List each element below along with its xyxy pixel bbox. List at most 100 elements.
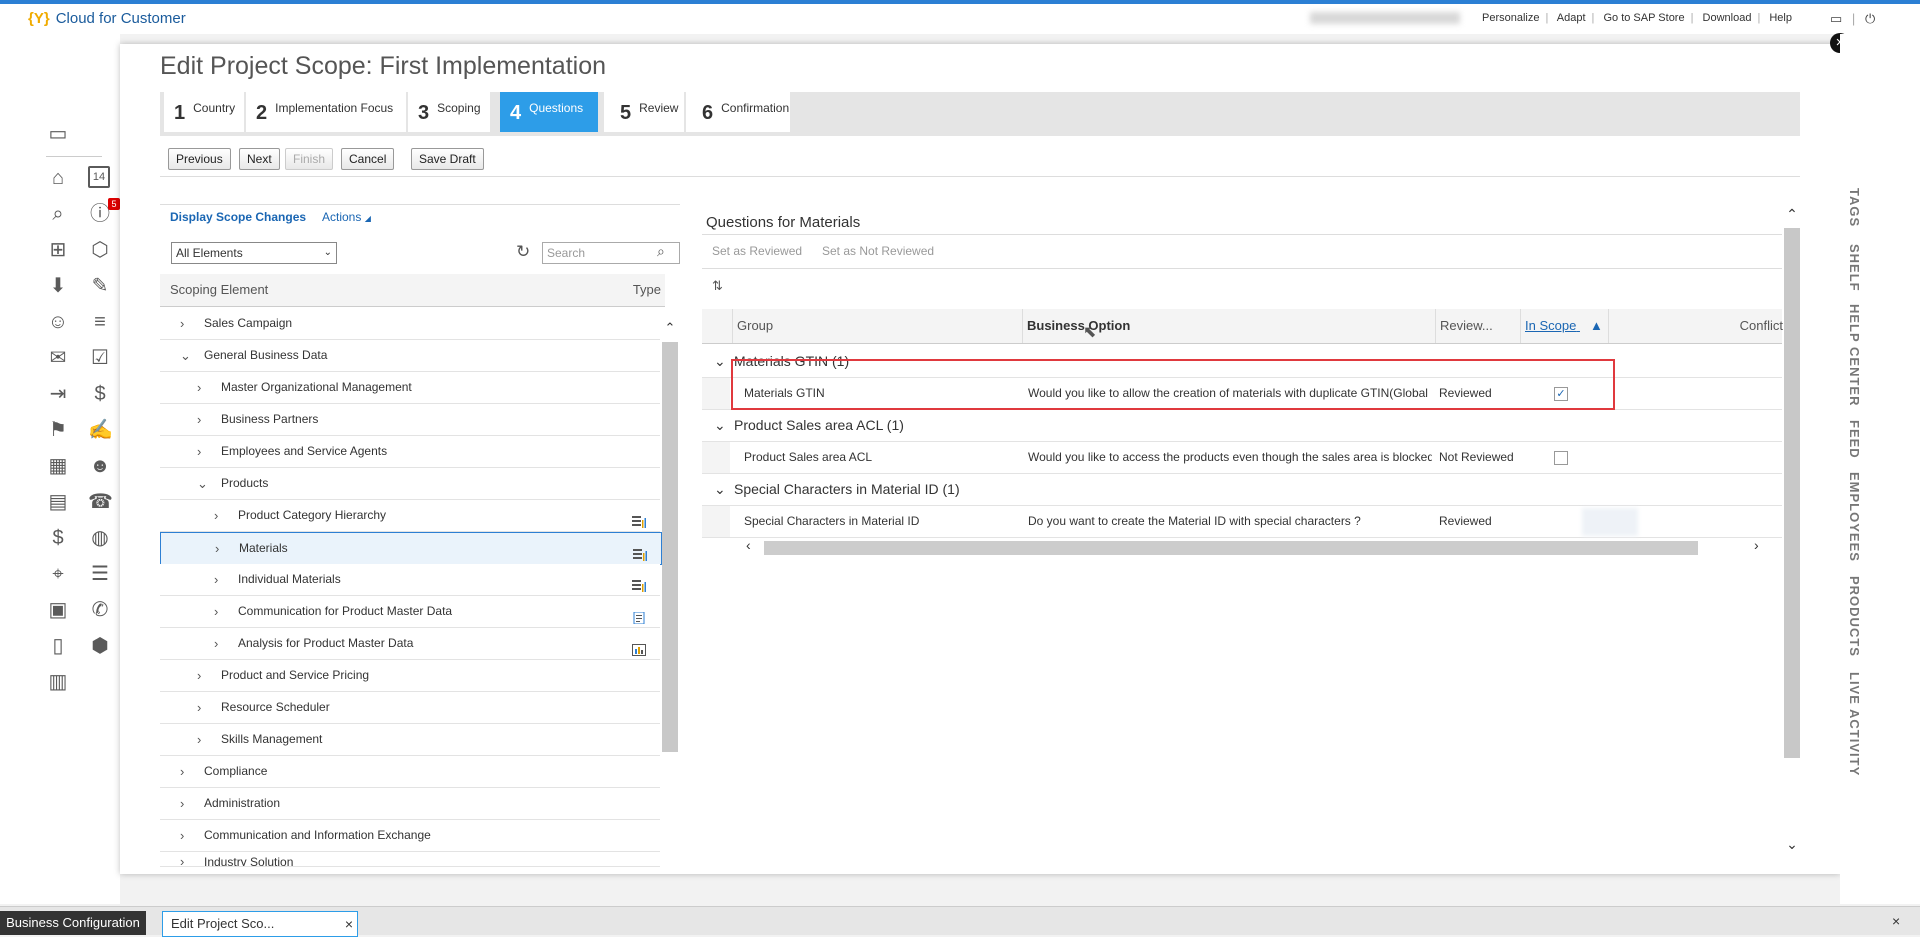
side-tab-products[interactable]: PRODUCTS bbox=[1847, 576, 1862, 657]
grid-horizontal-scrollbar[interactable] bbox=[764, 541, 1698, 555]
row-selector[interactable] bbox=[702, 506, 730, 537]
question-row[interactable]: Product Sales area ACL Would you like to … bbox=[702, 442, 1782, 474]
expand-chevron-icon[interactable]: › bbox=[197, 724, 201, 755]
contact-list-icon[interactable]: ≡ bbox=[88, 310, 112, 334]
step-confirmation[interactable]: 6 Confirmation bbox=[686, 92, 790, 132]
tab-edit-project-scope[interactable]: Edit Project Sco... × bbox=[162, 911, 358, 937]
collapse-chevron-icon[interactable]: ⌄ bbox=[714, 410, 726, 441]
tree-row[interactable]: › Master Organizational Management bbox=[160, 372, 660, 404]
search-icon[interactable]: ⌕ bbox=[657, 243, 665, 260]
link-sap-store[interactable]: Go to SAP Store bbox=[1603, 12, 1684, 24]
tree-row[interactable]: › Materials bbox=[160, 532, 662, 565]
home-icon[interactable]: ⌂ bbox=[46, 166, 70, 190]
calendar-icon[interactable]: 14 bbox=[88, 166, 110, 188]
product-icon[interactable]: ⬢ bbox=[88, 634, 112, 658]
collapse-chevron-icon[interactable]: ⌄ bbox=[714, 474, 726, 505]
collapse-chevron-icon[interactable]: ⌄ bbox=[714, 346, 726, 377]
side-tab-shelf[interactable]: SHELF bbox=[1847, 244, 1862, 292]
invoice-icon[interactable]: ▤ bbox=[46, 490, 70, 514]
finish-button[interactable]: Finish bbox=[285, 148, 334, 170]
expand-chevron-icon[interactable]: › bbox=[197, 372, 201, 403]
actions-menu[interactable]: Actions ◢ bbox=[322, 210, 371, 224]
tree-row[interactable]: › Resource Scheduler bbox=[160, 692, 660, 724]
expand-chevron-icon[interactable]: › bbox=[180, 308, 184, 339]
in-scope-checkbox[interactable] bbox=[1554, 451, 1568, 465]
mail-icon[interactable]: ✉ bbox=[46, 346, 70, 370]
task-list-icon[interactable]: ☑ bbox=[88, 346, 112, 370]
side-tab-employees[interactable]: EMPLOYEES bbox=[1847, 472, 1862, 562]
expand-chevron-icon[interactable]: › bbox=[214, 564, 218, 595]
tree-row[interactable]: › Product and Service Pricing bbox=[160, 660, 660, 692]
side-tab-help-center[interactable]: HELP CENTER bbox=[1847, 304, 1862, 407]
tree-row[interactable]: › Employees and Service Agents bbox=[160, 436, 660, 468]
globe-icon[interactable]: ◍ bbox=[88, 526, 112, 550]
row-selector[interactable] bbox=[702, 442, 730, 473]
expand-chevron-icon[interactable]: › bbox=[180, 820, 184, 851]
map-icon[interactable]: ⌖ bbox=[46, 562, 70, 586]
collapse-chevron-icon[interactable]: ⌄ bbox=[197, 468, 208, 499]
employee-icon[interactable]: ☻ bbox=[88, 454, 112, 478]
tree-row[interactable]: › Product Category Hierarchy bbox=[160, 500, 660, 532]
collapse-chevron-icon[interactable]: ⌄ bbox=[180, 340, 191, 371]
expand-chevron-icon[interactable]: › bbox=[197, 436, 201, 467]
scroll-left-icon[interactable]: ‹ bbox=[746, 537, 751, 553]
tree-row[interactable]: › Individual Materials bbox=[160, 564, 660, 596]
element-filter-select[interactable]: All Elements ⌄ bbox=[171, 242, 337, 264]
telephone-icon[interactable]: ✆ bbox=[88, 598, 112, 622]
question-row[interactable]: Special Characters in Material ID Do you … bbox=[702, 506, 1782, 538]
report-icon[interactable]: ✎ bbox=[88, 274, 112, 298]
side-tab-feed[interactable]: FEED bbox=[1847, 420, 1862, 459]
link-adapt[interactable]: Adapt bbox=[1557, 12, 1586, 24]
link-download[interactable]: Download bbox=[1703, 12, 1752, 24]
scroll-up-icon[interactable]: ⌃ bbox=[662, 320, 678, 336]
set-as-not-reviewed-button[interactable]: Set as Not Reviewed bbox=[822, 244, 934, 258]
column-header-scoping-element[interactable]: Scoping Element bbox=[160, 274, 553, 307]
column-header-reviewed[interactable]: Review... bbox=[1435, 309, 1520, 343]
step-review[interactable]: 5 Review bbox=[604, 92, 684, 132]
expand-chevron-icon[interactable]: › bbox=[180, 788, 184, 819]
scroll-right-icon[interactable]: › bbox=[1754, 537, 1759, 553]
schedule-icon[interactable]: ▦ bbox=[46, 454, 70, 478]
expand-chevron-icon[interactable]: › bbox=[214, 596, 218, 627]
tree-row[interactable]: › Sales Campaign bbox=[160, 308, 660, 340]
link-personalize[interactable]: Personalize bbox=[1482, 12, 1539, 24]
step-implementation-focus[interactable]: 2 Implementation Focus bbox=[246, 92, 406, 132]
brand[interactable]: {Y} Cloud for Customer bbox=[28, 10, 186, 27]
org-chart-icon[interactable]: ⊞ bbox=[46, 238, 70, 262]
sort-icon[interactable]: ⇅ bbox=[712, 278, 723, 294]
tree-row[interactable]: › Industry Solution bbox=[160, 852, 660, 867]
tree-row[interactable]: › Compliance bbox=[160, 756, 660, 788]
group-header-row[interactable]: ⌄ Special Characters in Material ID (1) bbox=[702, 474, 1782, 506]
column-header-in-scope[interactable]: In Scope ▲ bbox=[1520, 309, 1609, 343]
tree-row[interactable]: › Business Partners bbox=[160, 404, 660, 436]
step-scoping[interactable]: 3 Scoping bbox=[408, 92, 490, 132]
clipboard-icon[interactable]: ▯ bbox=[46, 634, 70, 658]
pricing-icon[interactable]: $ bbox=[46, 526, 70, 550]
expand-chevron-icon[interactable]: › bbox=[197, 692, 201, 723]
save-draft-button[interactable]: Save Draft bbox=[411, 148, 484, 170]
expand-chevron-icon[interactable]: › bbox=[197, 404, 201, 435]
column-header-type[interactable]: Type bbox=[543, 274, 665, 307]
link-help[interactable]: Help bbox=[1769, 12, 1792, 24]
download-icon[interactable]: ⬇ bbox=[46, 274, 70, 298]
expand-chevron-icon[interactable]: › bbox=[214, 628, 218, 659]
previous-button[interactable]: Previous bbox=[168, 148, 231, 170]
chat-icon[interactable]: ▭ bbox=[46, 122, 70, 146]
expand-chevron-icon[interactable]: › bbox=[215, 533, 219, 564]
tree-row[interactable]: › Communication for Product Master Data bbox=[160, 596, 660, 628]
refresh-icon[interactable]: ↻ bbox=[516, 242, 530, 262]
list-icon[interactable]: ☰ bbox=[88, 562, 112, 586]
documents-icon[interactable]: ▥ bbox=[46, 670, 70, 694]
collaboration-icon[interactable]: ⚑ bbox=[46, 418, 70, 442]
step-country[interactable]: 1 Country bbox=[164, 92, 244, 132]
column-header-group[interactable]: Group bbox=[732, 309, 1027, 343]
close-tab-icon[interactable]: × bbox=[345, 912, 353, 936]
left-panel-scrollbar[interactable] bbox=[662, 342, 678, 752]
side-tab-tags[interactable]: TAGS bbox=[1847, 188, 1862, 227]
tree-row[interactable]: › Skills Management bbox=[160, 724, 660, 756]
right-scroll-down-icon[interactable]: ⌄ bbox=[1784, 836, 1800, 853]
row-selector[interactable] bbox=[702, 378, 730, 409]
tab-business-configuration[interactable]: Business Configuration bbox=[0, 911, 146, 935]
expand-chevron-icon[interactable]: › bbox=[197, 660, 201, 691]
expand-chevron-icon[interactable]: › bbox=[180, 756, 184, 787]
